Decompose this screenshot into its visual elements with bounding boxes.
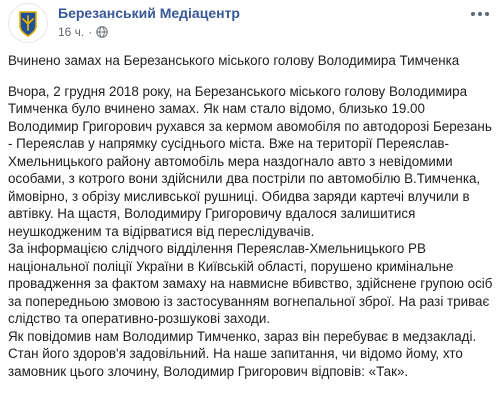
meta-separator: · (88, 25, 93, 39)
post-body: Вчинено замах на Березанського міського … (8, 52, 494, 380)
page-name-link[interactable]: Березанський Медіацентр (58, 5, 240, 21)
post-title: Вчинено замах на Березанського міського … (8, 53, 460, 68)
post-paragraph: За інформацією слідчого відділення Перея… (8, 241, 493, 326)
post-timestamp[interactable]: 16 ч. (58, 25, 84, 39)
globe-icon (96, 26, 108, 38)
post-header: Березанський Медіацентр 16 ч. · (8, 3, 492, 43)
post-meta: 16 ч. · (58, 25, 108, 39)
post-paragraph: Як повідомив нам Володимир Тимченко, зар… (8, 328, 477, 379)
avatar[interactable] (8, 3, 48, 43)
post-paragraph: Вчора, 2 грудня 2018 року, на Березанськ… (8, 83, 492, 239)
logo-icon (9, 4, 47, 42)
more-horizontal-icon[interactable] (468, 7, 492, 21)
